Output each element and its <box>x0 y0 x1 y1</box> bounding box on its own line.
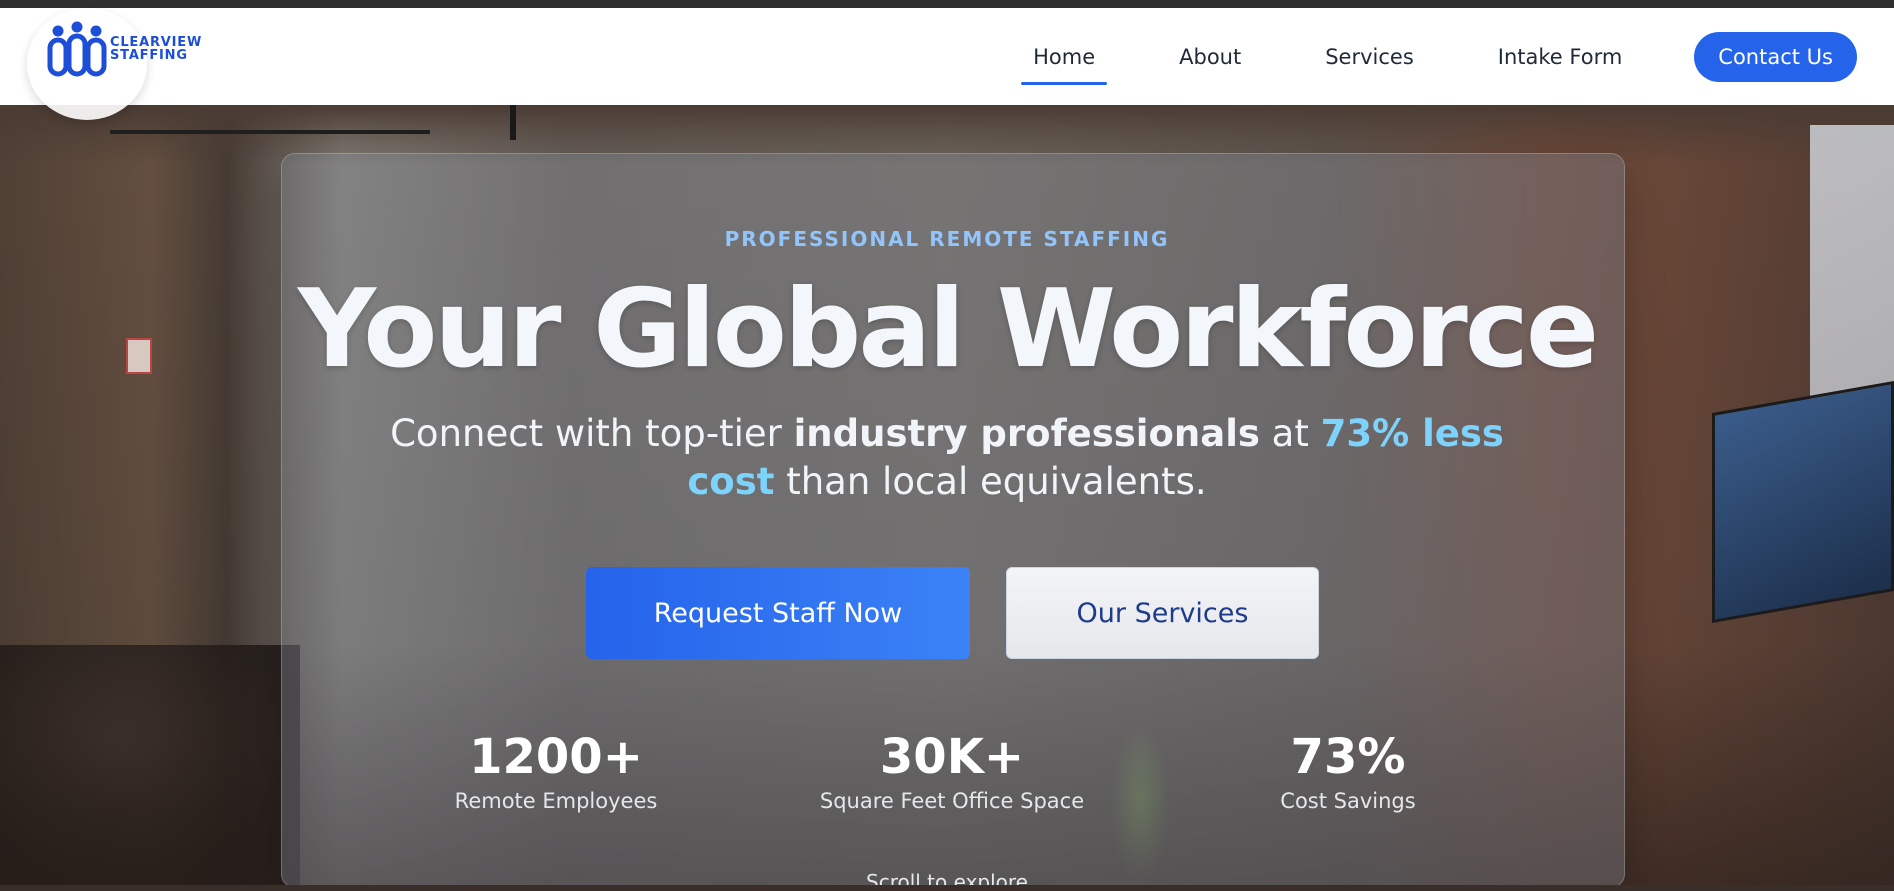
stat-value: 1200+ <box>469 729 643 785</box>
wall-monitor <box>1712 380 1894 624</box>
contact-us-button[interactable]: Contact Us <box>1694 31 1857 82</box>
top-strip <box>0 0 1894 8</box>
stat-office-space: 30K+ Square Feet Office Space <box>792 727 1112 813</box>
people-logo-icon <box>47 21 107 77</box>
nav-home[interactable]: Home <box>1021 39 1108 85</box>
stat-remote-employees: 1200+ Remote Employees <box>396 727 716 813</box>
logo-line-2: STAFFING <box>110 48 188 63</box>
logo-wordmark: CLEARVIEW STAFFING <box>110 36 202 62</box>
stat-value: 73% <box>1290 729 1406 785</box>
bottom-strip <box>0 885 1894 891</box>
sub-text-1: Connect with top-tier <box>390 412 794 455</box>
site-header: Home About Services Intake Form Contact … <box>0 8 1894 105</box>
hero-eyebrow: PROFESSIONAL REMOTE STAFFING <box>724 227 1170 251</box>
stat-label: Square Feet Office Space <box>819 789 1085 813</box>
main-nav: Home About Services Intake Form Contact … <box>1021 8 1894 105</box>
ceiling-pipe-vertical <box>510 105 516 140</box>
nav-intake-form[interactable]: Intake Form <box>1486 39 1635 75</box>
ceiling-pipe <box>110 130 430 134</box>
hero-headline: Your Global Workforce <box>297 267 1599 392</box>
sub-bold-text: industry professionals <box>793 412 1260 455</box>
nav-services[interactable]: Services <box>1313 39 1426 75</box>
request-staff-button[interactable]: Request Staff Now <box>586 567 970 659</box>
hero-subheadline: Connect with top-tier industry professio… <box>360 410 1534 506</box>
our-services-button[interactable]: Our Services <box>1006 567 1319 659</box>
stat-value: 30K+ <box>879 729 1025 785</box>
stat-cost-savings: 73% Cost Savings <box>1188 727 1508 813</box>
stat-label: Remote Employees <box>454 789 658 813</box>
nav-about[interactable]: About <box>1167 39 1253 75</box>
stat-label: Cost Savings <box>1280 789 1416 813</box>
sub-text-2: at <box>1259 412 1321 455</box>
sub-text-3: than local equivalents. <box>774 460 1207 503</box>
brand-logo[interactable]: CLEARVIEW STAFFING <box>46 18 206 80</box>
